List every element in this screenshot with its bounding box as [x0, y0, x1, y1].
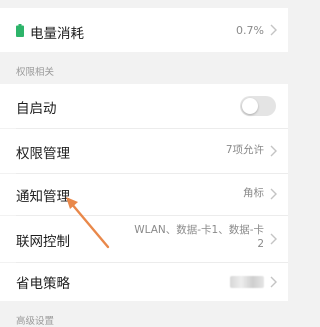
battery-usage-row[interactable]: 电量消耗 0.7% — [0, 8, 288, 52]
auto-start-row[interactable]: 自启动 — [0, 84, 288, 128]
advanced-section-header: 高级设置 — [16, 316, 55, 327]
chevron-right-icon — [270, 276, 277, 288]
notification-management-label: 通知管理 — [16, 189, 70, 205]
notification-management-row[interactable]: 通知管理 角标 — [0, 174, 288, 215]
chevron-right-icon — [270, 145, 277, 157]
chevron-right-icon — [270, 188, 277, 200]
toggle-knob — [242, 98, 258, 114]
permission-management-label: 权限管理 — [16, 146, 70, 162]
notification-management-value: 角标 — [243, 187, 264, 199]
network-control-label: 联网控制 — [16, 234, 70, 250]
permissions-section-header: 权限相关 — [16, 67, 55, 78]
battery-usage-value: 0.7% — [236, 24, 264, 37]
auto-start-toggle[interactable] — [240, 96, 276, 116]
power-strategy-value-obscured — [230, 276, 264, 288]
permission-management-row[interactable]: 权限管理 7项允许 — [0, 129, 288, 173]
battery-icon — [16, 24, 24, 37]
battery-usage-label: 电量消耗 — [30, 26, 84, 42]
permission-management-value: 7项允许 — [225, 144, 264, 156]
chevron-right-icon — [270, 233, 277, 245]
chevron-right-icon — [270, 24, 277, 36]
power-strategy-row[interactable]: 省电策略 — [0, 263, 288, 301]
auto-start-label: 自启动 — [16, 101, 57, 117]
network-control-value-line1: WLAN、数据-卡1、数据-卡 — [134, 224, 264, 236]
network-control-value-line2: 2 — [257, 238, 264, 250]
power-strategy-label: 省电策略 — [16, 276, 70, 292]
network-control-row[interactable]: 联网控制 WLAN、数据-卡1、数据-卡 2 — [0, 216, 288, 262]
